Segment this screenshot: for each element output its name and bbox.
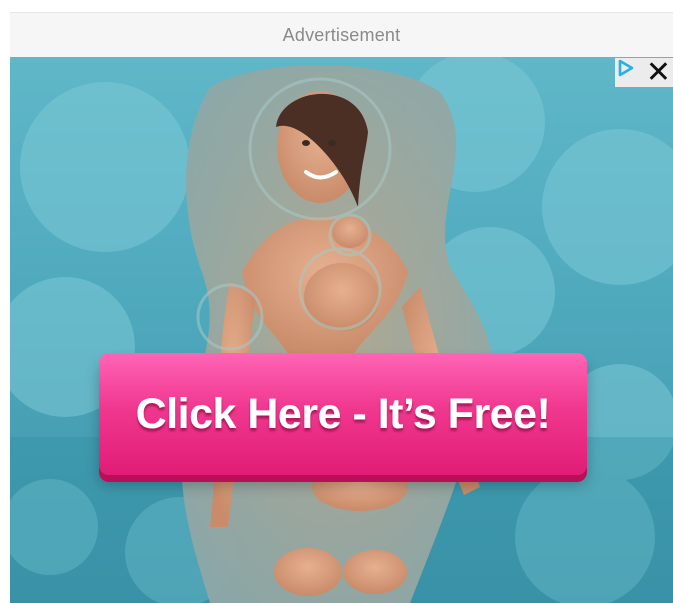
cta-button[interactable]: Click Here - It’s Free! [99, 353, 587, 475]
ad-creative[interactable]: ✕ Click Here - It’s Free! [10, 57, 673, 603]
ad-header-label: Advertisement [10, 13, 673, 57]
close-icon[interactable]: ✕ [644, 57, 673, 87]
cta-label: Click Here - It’s Free! [135, 389, 551, 438]
ad-choices-bar: ✕ [615, 57, 673, 87]
ad-frame: Advertisement ✕ Click Here - It’s Free! [10, 12, 673, 603]
ad-illustration [10, 57, 673, 603]
adchoices-icon[interactable] [615, 58, 644, 87]
